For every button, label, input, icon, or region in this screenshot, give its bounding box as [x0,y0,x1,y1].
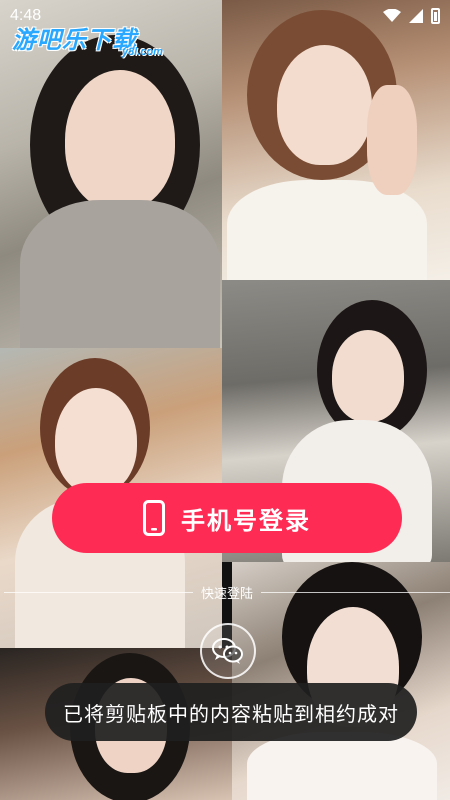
wechat-icon [212,638,243,664]
face-shape [332,330,404,422]
shirt-shape [20,200,220,348]
battery-icon [431,8,440,24]
clipboard-toast: 已将剪贴板中的内容粘贴到相约成对 [45,683,417,741]
quick-login-label: 快速登陆 [201,586,254,602]
watermark-logo: 游吧乐下载 y8l.com [12,20,163,58]
phone-icon [143,500,165,536]
face-shape [277,45,372,165]
wifi-icon [383,9,401,22]
face-shape [55,388,137,494]
top-shape [247,732,437,800]
status-icons [383,8,440,24]
quick-login-divider: 快速登陆 [0,580,450,604]
phone-login-button[interactable]: 手机号登录 [52,483,402,553]
divider-line-right [261,591,450,593]
wechat-login-button[interactable] [200,623,256,679]
face-shape [65,70,175,210]
hand-shape [367,85,417,195]
phone-login-label: 手机号登录 [181,506,311,535]
profile-photo-tile [222,0,450,280]
top-shape [227,180,427,280]
signal-icon [409,9,423,23]
divider-line-left [4,591,193,593]
toast-message: 已将剪贴板中的内容粘贴到相约成对 [63,701,399,726]
watermark-brand: 游吧乐下载 [12,26,137,54]
watermark-domain: y8l.com [122,46,163,58]
